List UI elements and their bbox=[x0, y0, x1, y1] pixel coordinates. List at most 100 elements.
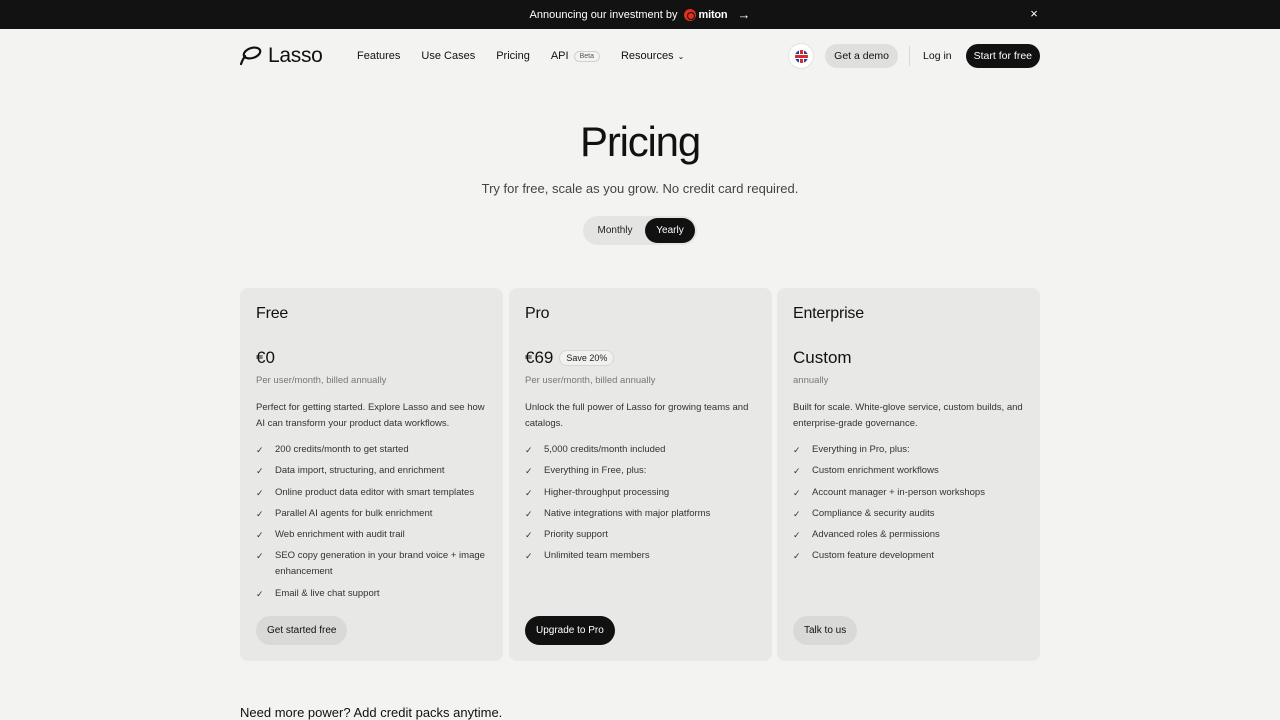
check-icon: ✓ bbox=[256, 508, 264, 519]
check-icon: ✓ bbox=[525, 466, 533, 477]
feature-item: ✓ Data import, structuring, and enrichmen… bbox=[256, 463, 487, 479]
plan-card-free: Free €0 Per user/month, billed annually … bbox=[240, 288, 503, 661]
feature-text: Unlimited team members bbox=[544, 550, 650, 562]
credit-packs-heading: Need more power? Add credit packs anytim… bbox=[240, 705, 503, 720]
feature-item: ✓ SEO copy generation in your brand voice… bbox=[256, 548, 487, 580]
feature-text: Everything in Pro, plus: bbox=[812, 444, 910, 455]
nav-api-label: API bbox=[550, 50, 569, 62]
check-icon: ✓ bbox=[525, 551, 533, 562]
feature-item: ✓ Parallel AI agents for bulk enrichment bbox=[256, 506, 487, 522]
feature-text: Data import, structuring, and enrichment bbox=[275, 465, 445, 477]
check-icon: ✓ bbox=[525, 508, 533, 519]
nav-resources-label: Resources bbox=[620, 50, 674, 62]
price-row: €69 Save 20% bbox=[525, 348, 756, 368]
investor-logo[interactable]: miton bbox=[683, 8, 728, 21]
talk-to-us-button[interactable]: Talk to us bbox=[793, 616, 858, 645]
check-icon: ✓ bbox=[793, 466, 801, 477]
feature-item: ✓ Priority support bbox=[525, 527, 756, 543]
feature-text: Everything in Free, plus: bbox=[544, 465, 647, 477]
page-subtitle: Try for free, scale as you grow. No cred… bbox=[481, 181, 799, 196]
feature-item: ✓ 5,000 credits/month included bbox=[525, 442, 756, 458]
plan-price: €69 bbox=[525, 348, 554, 367]
feature-text: Native integrations with major platforms bbox=[544, 507, 711, 519]
nav-resources[interactable]: Resources ⌄ bbox=[621, 50, 684, 62]
feature-item: ✓ Native integrations with major platform… bbox=[525, 506, 756, 522]
feature-item: ✓ Advanced roles & permissions bbox=[793, 527, 1024, 543]
feature-list: ✓ 5,000 credits/month included ✓ Everythin… bbox=[525, 442, 756, 564]
feature-item: ✓ Unlimited team members bbox=[525, 548, 756, 564]
feature-item: ✓ Email & live chat support bbox=[256, 586, 487, 602]
feature-text: Compliance & security audits bbox=[812, 507, 935, 519]
check-icon: ✓ bbox=[525, 530, 533, 541]
announcement-bar: Announcing our investment by miton → × bbox=[0, 0, 1280, 29]
feature-text: Email & live chat support bbox=[275, 587, 380, 599]
feature-text: Priority support bbox=[544, 529, 608, 541]
uk-flag-icon bbox=[794, 49, 808, 63]
billing-toggle: Monthly Yearly bbox=[583, 216, 697, 245]
feature-text: Account manager + in-person workshops bbox=[812, 486, 985, 498]
plan-price: €0 bbox=[256, 348, 275, 367]
nav-divider bbox=[909, 46, 911, 66]
check-icon: ✓ bbox=[793, 551, 801, 562]
feature-item: ✓ Compliance & security audits bbox=[793, 506, 1024, 522]
plan-description: Built for scale. White-glove service, cu… bbox=[793, 402, 1023, 429]
nav-api[interactable]: API Beta bbox=[551, 50, 600, 62]
announcement-text[interactable]: Announcing our investment by bbox=[530, 9, 678, 21]
feature-item: ✓ Online product data editor with smart t… bbox=[256, 485, 487, 501]
feature-text: Custom feature development bbox=[812, 550, 934, 562]
start-free-button[interactable]: Start for free bbox=[965, 44, 1040, 68]
check-icon: ✓ bbox=[793, 445, 801, 455]
nav-actions: Get a demo Log in Start for free bbox=[788, 43, 1040, 69]
check-icon: ✓ bbox=[256, 487, 264, 498]
nav-features[interactable]: Features bbox=[357, 50, 400, 62]
feature-item: ✓ Custom feature development bbox=[793, 548, 1024, 564]
plan-billing: Per user/month, billed annually bbox=[256, 375, 387, 386]
feature-item: ✓ Web enrichment with audit trail bbox=[256, 527, 487, 543]
plan-card-enterprise: Enterprise Custom annually Built for sca… bbox=[777, 288, 1040, 661]
close-announcement-button[interactable]: × bbox=[1028, 7, 1040, 20]
lasso-logo-icon bbox=[240, 46, 262, 66]
toggle-yearly[interactable]: Yearly bbox=[645, 218, 695, 243]
feature-text: Web enrichment with audit trail bbox=[275, 529, 405, 541]
feature-text: SEO copy generation in your brand voice … bbox=[275, 550, 485, 578]
feature-item: ✓ Custom enrichment workflows bbox=[793, 463, 1024, 479]
price-row: Custom bbox=[793, 348, 1024, 368]
plan-price: Custom bbox=[793, 348, 852, 367]
arrow-right-icon[interactable]: → bbox=[737, 7, 750, 22]
check-icon: ✓ bbox=[525, 487, 533, 498]
investor-logo-icon bbox=[683, 8, 696, 21]
check-icon: ✓ bbox=[793, 530, 801, 541]
feature-list: ✓ Everything in Pro, plus: ✓ Custom enrich… bbox=[793, 442, 1024, 564]
logo[interactable]: Lasso bbox=[240, 44, 357, 68]
check-icon: ✓ bbox=[256, 588, 264, 599]
feature-item: ✓ Higher-throughput processing bbox=[525, 485, 756, 501]
nav-use-cases[interactable]: Use Cases bbox=[421, 50, 475, 62]
nav-links: Features Use Cases Pricing API Beta Resou… bbox=[357, 50, 705, 62]
plan-name: Free bbox=[256, 305, 289, 322]
feature-text: 200 credits/month to get started bbox=[275, 444, 409, 455]
feature-item: ✓ Account manager + in-person workshops bbox=[793, 485, 1024, 501]
feature-text: Custom enrichment workflows bbox=[812, 465, 939, 477]
check-icon: ✓ bbox=[525, 445, 533, 455]
beta-badge: Beta bbox=[573, 50, 600, 62]
language-selector[interactable] bbox=[788, 43, 815, 69]
get-demo-button[interactable]: Get a demo bbox=[825, 44, 899, 68]
login-link[interactable]: Log in bbox=[923, 50, 952, 62]
toggle-monthly[interactable]: Monthly bbox=[585, 218, 645, 243]
feature-text: Online product data editor with smart te… bbox=[275, 486, 475, 498]
discount-badge: Save 20% bbox=[559, 350, 615, 366]
nav-pricing[interactable]: Pricing bbox=[496, 50, 530, 62]
check-icon: ✓ bbox=[256, 466, 264, 477]
check-icon: ✓ bbox=[256, 445, 264, 455]
upgrade-pro-button[interactable]: Upgrade to Pro bbox=[525, 616, 615, 645]
chevron-down-icon: ⌄ bbox=[677, 52, 685, 61]
page-title: Pricing bbox=[580, 118, 701, 165]
get-started-free-button[interactable]: Get started free bbox=[256, 616, 348, 645]
feature-item: ✓ Everything in Pro, plus: bbox=[793, 442, 1024, 458]
plan-name: Pro bbox=[525, 305, 550, 322]
plan-billing: annually bbox=[793, 375, 829, 386]
feature-text: 5,000 credits/month included bbox=[544, 444, 666, 455]
plan-description: Unlock the full power of Lasso for growi… bbox=[525, 402, 749, 429]
plan-name: Enterprise bbox=[793, 305, 864, 322]
top-nav: Lasso Features Use Cases Pricing API Beta… bbox=[240, 40, 1040, 72]
